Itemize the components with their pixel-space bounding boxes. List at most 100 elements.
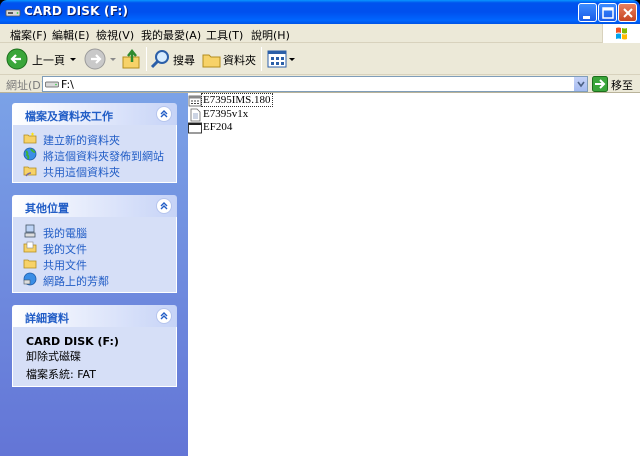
explorer-window: CARD DISK (F:) 檔案(F) 編輯(E) 檢視(V) 我的最愛(A)… [0,0,640,456]
search-icon [150,50,169,69]
file-item[interactable]: EF204 [188,121,248,135]
new-folder-icon [23,132,37,144]
place-link-text: 我的文件 [43,243,87,256]
folders-icon [202,54,221,68]
panel-body: 我的電腦 我的文件 共用文件 網路上的芳鄰 [12,217,177,293]
file-item[interactable]: E7395IMS.180 [188,93,273,108]
file-folder-tasks-panel: 檔案及資料夾工作 建立新的資料夾 將這個資料夾發佈到網站 共用這個資料夾 [12,103,177,183]
menu-file[interactable]: 檔案(F) [10,27,47,43]
chevron-down-icon [70,58,76,61]
back-label: 上一頁 [32,54,65,67]
place-link-text: 我的電腦 [43,227,87,240]
minimize-button[interactable] [578,3,597,22]
up-folder-button[interactable] [121,47,143,71]
window-title: CARD DISK (F:) [24,4,129,18]
go-label: 移至 [611,79,633,92]
address-dropdown-button[interactable] [573,77,587,91]
menu-help[interactable]: 說明(H) [251,27,290,43]
forward-button[interactable] [84,47,118,71]
task-link-text: 共用這個資料夾 [43,166,120,179]
collapse-button[interactable] [156,106,172,122]
maximize-icon [602,7,614,19]
globe-icon [23,147,37,161]
panel-header[interactable]: 其他位置 [12,195,177,217]
folders-label: 資料夾 [223,54,256,67]
folders-button[interactable]: 資料夾 [201,47,257,71]
panel-title: 詳細資料 [25,312,69,325]
place-network[interactable]: 網路上的芳鄰 [23,272,173,288]
menu-edit[interactable]: 編輯(E) [52,27,90,43]
task-new-folder[interactable]: 建立新的資料夾 [23,131,173,147]
maximize-button[interactable] [598,3,617,22]
double-chevron-up-icon [160,202,168,210]
address-input[interactable]: F:\ [42,76,588,92]
back-button[interactable]: 上一頁 [6,47,78,71]
place-my-computer[interactable]: 我的電腦 [23,224,173,240]
search-button[interactable]: 搜尋 [150,47,196,71]
my-documents-icon [23,241,37,253]
panel-header[interactable]: 檔案及資料夾工作 [12,103,177,125]
menu-tools[interactable]: 工具(T) [206,27,243,43]
address-label: 網址(D) [6,79,46,92]
task-publish-web[interactable]: 將這個資料夾發佈到網站 [23,147,173,163]
shared-documents-icon [23,259,37,269]
close-button[interactable] [618,3,637,22]
menu-view[interactable]: 檢視(V) [96,27,134,43]
task-link-text: 建立新的資料夾 [43,134,120,147]
place-link-text: 共用文件 [43,259,87,272]
network-places-icon [23,272,37,286]
search-label: 搜尋 [173,54,195,67]
go-button[interactable]: 移至 [592,76,638,92]
detail-filesystem: 檔案系統: FAT [26,368,96,381]
menu-bar: 檔案(F) 編輯(E) 檢視(V) 我的最愛(A) 工具(T) 說明(H) [0,24,640,43]
windows-logo [602,24,640,43]
drive-icon [5,9,21,17]
toolbar-separator [261,47,262,71]
detail-drive-name: CARD DISK (F:) [26,335,119,348]
task-link-text: 將這個資料夾發佈到網站 [43,150,164,163]
other-places-panel: 其他位置 我的電腦 我的文件 共用文件 網路上的芳鄰 [12,195,177,293]
back-arrow-icon [6,48,28,70]
task-pane: 檔案及資料夾工作 建立新的資料夾 將這個資料夾發佈到網站 共用這個資料夾 其他位… [0,93,188,456]
place-link-text: 網路上的芳鄰 [43,275,109,288]
windows-flag-icon [616,27,627,40]
views-icon [267,50,287,68]
bin-file-icon [188,95,202,107]
address-bar: 網址(D) F:\ 移至 [0,75,640,93]
detail-drive-type: 卸除式磁碟 [26,350,81,363]
panel-body: 建立新的資料夾 將這個資料夾發佈到網站 共用這個資料夾 [12,125,177,183]
panel-body: CARD DISK (F:) 卸除式磁碟 檔案系統: FAT [12,327,177,387]
title-bar[interactable]: CARD DISK (F:) [0,0,640,24]
file-name: E7395IMS.180 [201,93,273,107]
chevron-down-icon [110,58,116,61]
place-shared-documents[interactable]: 共用文件 [23,256,173,272]
details-panel: 詳細資料 CARD DISK (F:) 卸除式磁碟 檔案系統: FAT [12,305,177,387]
drive-icon [45,81,59,88]
up-folder-icon [122,48,140,69]
go-arrow-icon [592,76,608,92]
shared-folder-icon [23,166,37,177]
task-share-folder[interactable]: 共用這個資料夾 [23,163,173,179]
views-button[interactable] [266,47,296,71]
toolbar-separator [146,47,147,71]
minimize-icon [583,16,590,19]
chevron-down-icon [289,58,295,61]
collapse-button[interactable] [156,308,172,324]
panel-header[interactable]: 詳細資料 [12,305,177,327]
chevron-down-icon [577,81,585,88]
my-computer-icon [24,224,36,238]
file-list[interactable]: E7395IMS.180 E7395v1x EF204 [188,93,640,456]
panel-title: 檔案及資料夾工作 [25,110,113,123]
app-window-icon [188,122,202,134]
menu-favorites[interactable]: 我的最愛(A) [141,27,201,43]
double-chevron-up-icon [160,110,168,118]
standard-toolbar: 上一頁 搜尋 資料夾 [0,43,640,75]
file-name: E7395v1x [203,108,249,120]
close-icon [623,8,633,18]
collapse-button[interactable] [156,198,172,214]
text-file-icon [190,108,201,122]
double-chevron-up-icon [160,312,168,320]
place-my-documents[interactable]: 我的文件 [23,240,173,256]
panel-title: 其他位置 [25,202,69,215]
file-item[interactable]: E7395v1x [188,108,258,122]
